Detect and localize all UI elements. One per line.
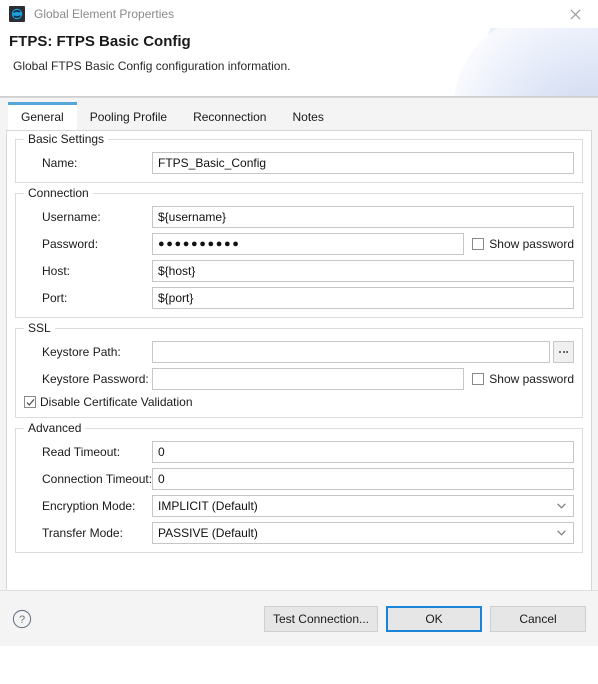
help-icon[interactable]: ?	[12, 609, 32, 629]
dialog-header: FTPS: FTPS Basic Config Global FTPS Basi…	[0, 28, 598, 96]
tab-reconnection-label: Reconnection	[193, 110, 267, 124]
group-connection-title: Connection	[24, 187, 93, 200]
group-basic-settings: Basic Settings Name: FTPS_Basic_Config	[15, 133, 583, 183]
connection-timeout-label: Connection Timeout:	[42, 472, 153, 486]
dialog-footer: ? Test Connection... OK Cancel	[0, 590, 598, 646]
group-ssl-title: SSL	[24, 322, 55, 335]
tab-notes-label: Notes	[292, 110, 324, 124]
group-basic-settings-title: Basic Settings	[24, 133, 109, 146]
keystore-path-label: Keystore Path:	[42, 345, 121, 359]
window-title: Global Element Properties	[34, 7, 175, 21]
title-bar: Global Element Properties	[0, 0, 598, 28]
keystore-path-browse-button[interactable]	[553, 341, 574, 363]
port-input[interactable]: ${port}	[152, 287, 574, 309]
row-name: Name: FTPS_Basic_Config	[24, 152, 574, 174]
transfer-mode-label: Transfer Mode:	[42, 526, 123, 540]
ellipsis-icon	[559, 351, 568, 353]
read-timeout-label: Read Timeout:	[42, 445, 121, 459]
keystore-password-show-label: Show password	[489, 372, 574, 386]
row-host: Host: ${host}	[24, 260, 574, 282]
password-show-toggle[interactable]: Show password	[472, 237, 574, 251]
host-label: Host:	[42, 264, 71, 278]
keystore-password-input[interactable]	[152, 368, 465, 390]
chevron-down-icon	[554, 530, 568, 536]
row-keystore-password: Keystore Password: Show password	[24, 368, 574, 390]
page-title: FTPS: FTPS Basic Config	[9, 33, 191, 50]
row-username: Username: ${username}	[24, 206, 574, 228]
username-input[interactable]: ${username}	[152, 206, 574, 228]
host-input[interactable]: ${host}	[152, 260, 574, 282]
keystore-password-label: Keystore Password:	[42, 372, 149, 386]
tab-notes[interactable]: Notes	[279, 105, 336, 130]
name-input[interactable]: FTPS_Basic_Config	[152, 152, 574, 174]
page-subtitle: Global FTPS Basic Config configuration i…	[13, 59, 291, 73]
checkbox-unchecked-icon[interactable]	[472, 373, 485, 385]
close-icon[interactable]	[552, 0, 598, 28]
ok-button[interactable]: OK	[386, 605, 482, 632]
row-encryption-mode: Encryption Mode: IMPLICIT (Default)	[24, 495, 574, 517]
tab-general[interactable]: General	[8, 102, 77, 130]
name-label: Name:	[42, 156, 78, 170]
keystore-password-show-toggle[interactable]: Show password	[472, 372, 574, 386]
read-timeout-input[interactable]: 0	[152, 441, 574, 463]
row-connection-timeout: Connection Timeout: 0	[24, 468, 574, 490]
tab-reconnection[interactable]: Reconnection	[180, 105, 279, 130]
row-keystore-path: Keystore Path:	[24, 341, 574, 363]
group-advanced: Advanced Read Timeout: 0 Connection Time…	[15, 422, 583, 553]
tab-pooling-profile-label: Pooling Profile	[89, 110, 168, 124]
tab-pooling-profile[interactable]: Pooling Profile	[77, 105, 180, 130]
disable-certificate-validation-label: Disable Certificate Validation	[40, 395, 193, 409]
password-show-label: Show password	[489, 237, 574, 251]
encryption-mode-select[interactable]: IMPLICIT (Default)	[152, 495, 574, 517]
checkbox-unchecked-icon[interactable]	[472, 238, 485, 250]
row-read-timeout: Read Timeout: 0	[24, 441, 574, 463]
row-password: Password: ●●●●●●●●●● Show password	[24, 233, 574, 255]
cancel-button[interactable]: Cancel	[490, 605, 586, 632]
username-label: Username:	[42, 210, 101, 224]
tab-bar: General Pooling Profile Reconnection Not…	[0, 98, 598, 130]
password-input[interactable]: ●●●●●●●●●●	[152, 233, 465, 255]
transfer-mode-select[interactable]: PASSIVE (Default)	[152, 522, 574, 544]
mule-config-icon	[9, 6, 25, 22]
transfer-mode-value: PASSIVE (Default)	[158, 526, 258, 540]
group-advanced-title: Advanced	[24, 422, 86, 435]
group-ssl: SSL Keystore Path: Keystore Password: Sh…	[15, 322, 583, 418]
password-label: Password:	[42, 237, 99, 251]
row-port: Port: ${port}	[24, 287, 574, 309]
connection-timeout-input[interactable]: 0	[152, 468, 574, 490]
dialog-body: General Pooling Profile Reconnection Not…	[0, 98, 598, 646]
port-label: Port:	[42, 291, 68, 305]
checkbox-checked-icon[interactable]	[24, 396, 36, 408]
row-transfer-mode: Transfer Mode: PASSIVE (Default)	[24, 522, 574, 544]
keystore-path-input[interactable]	[152, 341, 550, 363]
tab-panel-general: Basic Settings Name: FTPS_Basic_Config C…	[6, 130, 592, 638]
disable-certificate-validation-checkbox[interactable]: Disable Certificate Validation	[24, 395, 574, 409]
test-connection-button[interactable]: Test Connection...	[263, 605, 378, 632]
svg-text:?: ?	[19, 614, 25, 626]
tab-general-label: General	[21, 110, 64, 124]
encryption-mode-label: Encryption Mode:	[42, 499, 136, 513]
chevron-down-icon	[554, 503, 568, 509]
group-connection: Connection Username: ${username} Passwor…	[15, 187, 583, 318]
encryption-mode-value: IMPLICIT (Default)	[158, 499, 258, 513]
